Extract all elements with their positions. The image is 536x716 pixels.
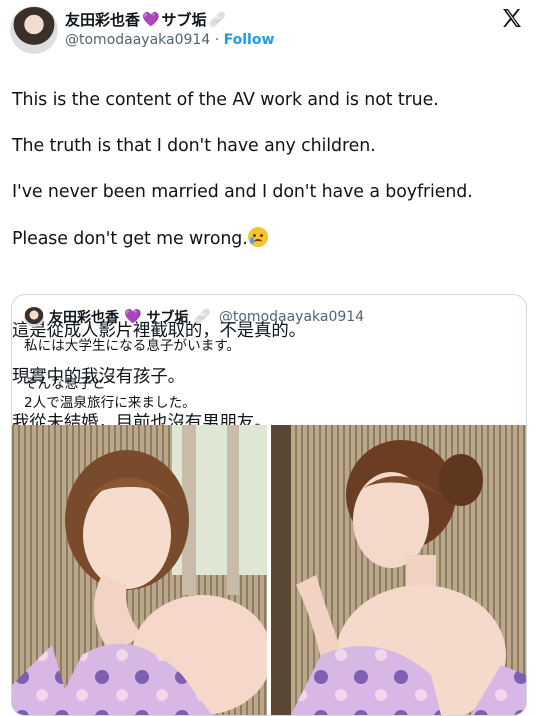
quoted-line-2: そんな息子と: [24, 376, 106, 392]
x-logo-icon[interactable]: [500, 6, 524, 30]
tweet-line-en-2: The truth is that I don't have any child…: [12, 136, 376, 156]
quoted-header: 友田彩也香 💜 サブ垢 🩹 @tomodaayaka0914: [24, 307, 364, 327]
author-name-row[interactable]: 友田彩也香 💜 サブ垢 🩹: [65, 9, 226, 30]
tweet-line-en-1: This is the content of the AV work and i…: [12, 90, 439, 110]
quoted-avatar: [24, 307, 44, 327]
purple-heart-icon: 💜: [142, 11, 160, 28]
quoted-text: 私には大学生になる息子がいます。 そんな息子と 2人で温泉旅行に来ました。: [24, 337, 240, 413]
author-display-name[interactable]: 友田彩也香: [65, 9, 140, 30]
quoted-line-3: 2人で温泉旅行に来ました。: [24, 395, 196, 411]
tweet-line-en-3: I've never been married and I don't have…: [12, 182, 473, 202]
tweet-line-en-4-wrap: Please don't get me wrong.: [12, 227, 524, 251]
tweet-line-en-4: Please don't get me wrong.: [12, 229, 248, 249]
bandage-icon: 🩹: [208, 11, 226, 28]
purple-heart-icon: 💜: [124, 309, 142, 325]
quoted-name-suffix: サブ垢: [146, 310, 189, 326]
handle-row: @tomodaayaka0914 · Follow: [65, 32, 274, 48]
tweet-header: 友田彩也香 💜 サブ垢 🩹 @tomodaayaka0914 · Follow: [10, 6, 526, 56]
quoted-display-name: 友田彩也香: [49, 310, 119, 326]
quoted-photo-1[interactable]: [12, 425, 267, 715]
avatar[interactable]: [10, 6, 58, 54]
quoted-handle: @tomodaayaka0914: [218, 309, 365, 325]
quoted-photo-2[interactable]: [271, 425, 526, 715]
follow-button[interactable]: Follow: [224, 32, 275, 48]
bandage-icon: 🩹: [193, 309, 211, 325]
crying-face-icon: [247, 227, 268, 247]
author-name-suffix[interactable]: サブ垢: [161, 9, 206, 30]
author-handle[interactable]: @tomodaayaka0914: [65, 32, 210, 48]
quoted-tweet-card[interactable]: 友田彩也香 💜 サブ垢 🩹 @tomodaayaka0914 私には大学生になる…: [11, 294, 527, 716]
separator: ·: [214, 32, 220, 48]
quoted-line-1: 私には大学生になる息子がいます。: [24, 338, 241, 354]
